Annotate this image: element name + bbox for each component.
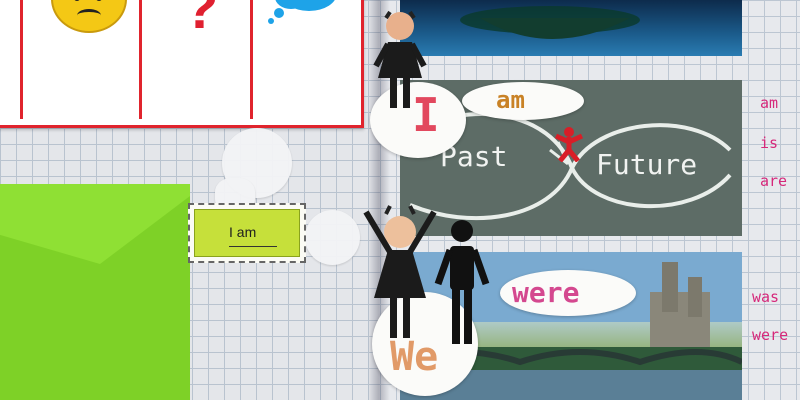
verb-is: is — [760, 134, 779, 152]
girl-silhouette-icon — [373, 10, 427, 108]
blank-line — [229, 246, 277, 247]
sad-face-icon — [51, 0, 127, 33]
i-am-text: I am — [229, 224, 257, 240]
notebook-scene: ? I am Past Future am were I We am is ar… — [0, 0, 800, 400]
chart-divider — [139, 0, 142, 119]
were-oval: were — [500, 270, 636, 316]
thought-cloud-icon — [268, 0, 335, 24]
underwater-photo-strip — [400, 0, 742, 56]
i-am-label-card: I am — [188, 203, 306, 263]
verb-was: was — [752, 288, 780, 306]
emotion-chart-card: ? — [0, 0, 364, 128]
verb-were: were — [752, 326, 789, 344]
man-silhouette-icon — [434, 220, 490, 344]
future-label: Future — [596, 148, 698, 181]
chart-divider — [250, 0, 253, 119]
were-oval-text: were — [512, 276, 580, 309]
question-mark-icon: ? — [183, 0, 219, 41]
am-oval-text: am — [496, 86, 525, 114]
stick-figure-icon — [554, 127, 584, 162]
paper-tab — [305, 210, 360, 265]
verb-am: am — [760, 94, 779, 112]
girl-cheering-silhouette-icon — [363, 205, 437, 338]
chart-divider — [20, 0, 23, 119]
verb-are: are — [760, 172, 788, 190]
am-oval: am — [462, 82, 584, 120]
